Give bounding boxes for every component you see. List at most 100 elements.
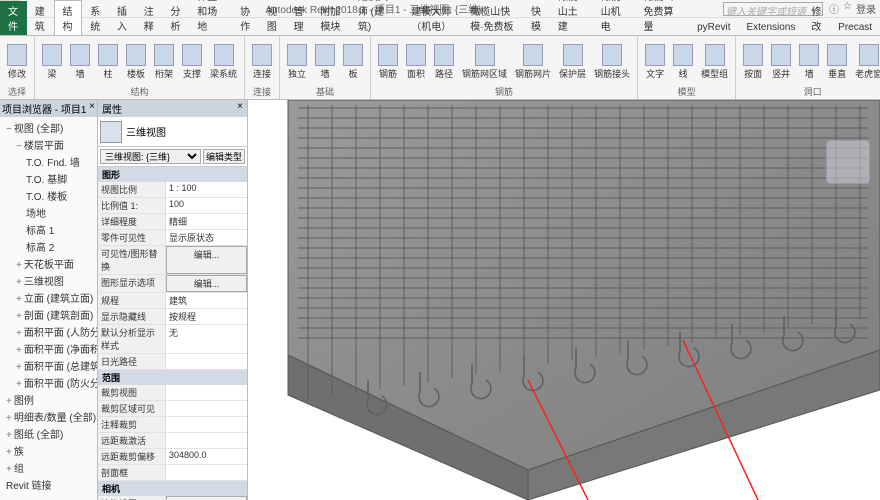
ribbon-button[interactable]: 路径 <box>431 43 457 81</box>
tree-node[interactable]: +图例 <box>2 391 95 408</box>
tree-node[interactable]: −楼层平面 <box>2 136 95 153</box>
property-section-header[interactable]: 图形 <box>98 167 247 182</box>
ribbon-tab[interactable]: 橄榄山快模·免费板 <box>462 1 523 35</box>
expand-icon[interactable]: + <box>16 294 22 305</box>
property-value[interactable] <box>166 417 247 432</box>
ribbon-tab[interactable]: 建筑 <box>27 1 54 35</box>
ribbon-button[interactable]: 桁架 <box>151 43 177 81</box>
ribbon-button[interactable]: 保护层 <box>556 43 589 81</box>
property-value[interactable]: 精细 <box>166 214 247 229</box>
ribbon-tab[interactable]: 协作 <box>232 1 259 35</box>
ribbon-button[interactable]: 按面 <box>740 43 766 81</box>
property-edit-button[interactable]: 编辑... <box>166 246 247 274</box>
expand-icon[interactable]: + <box>6 464 12 475</box>
tree-node[interactable]: +明细表/数量 (全部) <box>2 408 95 425</box>
viewport-3d[interactable] <box>248 100 880 500</box>
property-value[interactable]: 按规程 <box>166 309 247 324</box>
ribbon-button[interactable]: 修改 <box>4 43 30 81</box>
expand-icon[interactable]: + <box>6 396 12 407</box>
ribbon-tab[interactable]: 橄榄山机电 <box>593 0 636 35</box>
property-value[interactable]: 100 <box>166 198 247 213</box>
ribbon-tab[interactable]: 注释 <box>136 1 163 35</box>
tree-node[interactable]: +三维视图 <box>2 272 95 289</box>
ribbon-tab[interactable]: pyRevit <box>689 20 738 35</box>
tree-node[interactable]: 标高 2 <box>2 238 95 255</box>
ribbon-button[interactable]: 线 <box>670 43 696 81</box>
ribbon-tab[interactable]: 附加模块 <box>312 1 350 35</box>
ribbon-tab[interactable]: 系统 <box>82 1 109 35</box>
property-value[interactable]: 无 <box>166 325 247 353</box>
close-icon[interactable]: × <box>89 101 95 116</box>
ribbon-button[interactable]: 梁系统 <box>207 43 240 81</box>
ribbon-button[interactable]: 文字 <box>642 43 668 81</box>
ribbon-button[interactable]: 梁 <box>39 43 65 81</box>
ribbon-button[interactable]: 面积 <box>403 43 429 81</box>
ribbon-button[interactable]: 板 <box>340 43 366 81</box>
expand-icon[interactable]: + <box>6 413 12 424</box>
property-value[interactable] <box>166 354 247 369</box>
tree-node[interactable]: 场地 <box>2 204 95 221</box>
tree-node[interactable]: +天花板平面 <box>2 255 95 272</box>
tree-node[interactable]: +族 <box>2 442 95 459</box>
tree-node[interactable]: T.O. 基脚 <box>2 170 95 187</box>
ribbon-button[interactable]: 钢筋网片 <box>512 43 554 81</box>
ribbon-button[interactable]: 墙 <box>796 43 822 81</box>
ribbon-tab[interactable]: Precast <box>830 20 880 35</box>
ribbon-button[interactable]: 竖井 <box>768 43 794 81</box>
ribbon-tab[interactable]: 分析 <box>163 1 190 35</box>
expand-icon[interactable]: + <box>6 430 12 441</box>
expand-icon[interactable]: + <box>16 345 22 356</box>
ribbon-button[interactable]: 墙 <box>67 43 93 81</box>
close-icon[interactable]: × <box>237 101 243 116</box>
ribbon-tab[interactable]: 建模大师 (建筑) <box>350 0 403 35</box>
info-icon[interactable]: ⓘ <box>829 1 839 16</box>
property-value[interactable]: 1 : 100 <box>166 182 247 197</box>
ribbon-tab[interactable]: 结构 <box>54 0 83 35</box>
tree-node[interactable]: +剖面 (建筑剖面) <box>2 306 95 323</box>
tree-node[interactable]: +面积平面 (净面积) <box>2 340 95 357</box>
property-value[interactable]: 建筑 <box>166 293 247 308</box>
ribbon-button[interactable]: 支撑 <box>179 43 205 81</box>
ribbon-tab[interactable]: 文件 <box>0 1 27 35</box>
expand-icon[interactable]: + <box>6 447 12 458</box>
property-value[interactable] <box>166 385 247 400</box>
property-section-header[interactable]: 相机 <box>98 481 247 496</box>
edit-type-button[interactable]: 编辑类型 <box>203 149 245 164</box>
tree-node[interactable]: +面积平面 (人防分区面积) <box>2 323 95 340</box>
properties-header[interactable]: 属性 × <box>98 100 247 117</box>
expand-icon[interactable]: + <box>16 379 22 390</box>
ribbon-button[interactable]: 老虎窗 <box>852 43 880 81</box>
property-value[interactable] <box>166 433 247 448</box>
tree-node[interactable]: +立面 (建筑立面) <box>2 289 95 306</box>
expand-icon[interactable]: + <box>16 311 22 322</box>
ribbon-button[interactable]: 钢筋接头 <box>591 43 633 81</box>
property-edit-button[interactable]: 编辑... <box>166 496 247 500</box>
tree-node[interactable]: 标高 1 <box>2 221 95 238</box>
tree-node[interactable]: T.O. Fnd. 墙 <box>2 153 95 170</box>
expand-icon[interactable]: + <box>16 260 22 271</box>
ribbon-button[interactable]: 钢筋 <box>375 43 401 81</box>
ribbon-tab[interactable]: 建模大师（机电） <box>403 1 462 35</box>
ribbon-button[interactable]: 楼板 <box>123 43 149 81</box>
ribbon-tab[interactable]: 视图 <box>259 1 286 35</box>
property-value[interactable] <box>166 401 247 416</box>
ribbon-button[interactable]: 柱 <box>95 43 121 81</box>
expand-icon[interactable]: + <box>16 328 22 339</box>
tree-node[interactable]: +面积平面 (总建筑面积) <box>2 357 95 374</box>
tree-node[interactable]: +图纸 (全部) <box>2 425 95 442</box>
ribbon-button[interactable]: 独立 <box>284 43 310 81</box>
ribbon-tab[interactable]: 插入 <box>109 1 136 35</box>
model-canvas[interactable] <box>248 100 880 500</box>
property-value[interactable]: 304800.0 <box>166 449 247 464</box>
ribbon-tab[interactable]: 修改 <box>803 1 830 35</box>
ribbon-tab[interactable]: Extensions <box>738 20 803 35</box>
user-icon[interactable]: ☆ <box>843 1 852 16</box>
tree-node[interactable]: Revit 链接 <box>2 476 95 493</box>
properties-grid[interactable]: 图形视图比例1 : 100比例值 1:100详细程度精细零件可见性显示原状态可见… <box>98 167 247 500</box>
login-link[interactable]: 登录 <box>856 1 876 16</box>
tree-node[interactable]: +面积平面 (防火分区面积) <box>2 374 95 391</box>
ribbon-button[interactable]: 连接 <box>249 43 275 81</box>
view-cube[interactable] <box>826 140 870 184</box>
project-browser-header[interactable]: 项目浏览器 - 项目1 × <box>0 100 97 117</box>
ribbon-button[interactable]: 钢筋网区域 <box>459 43 510 81</box>
